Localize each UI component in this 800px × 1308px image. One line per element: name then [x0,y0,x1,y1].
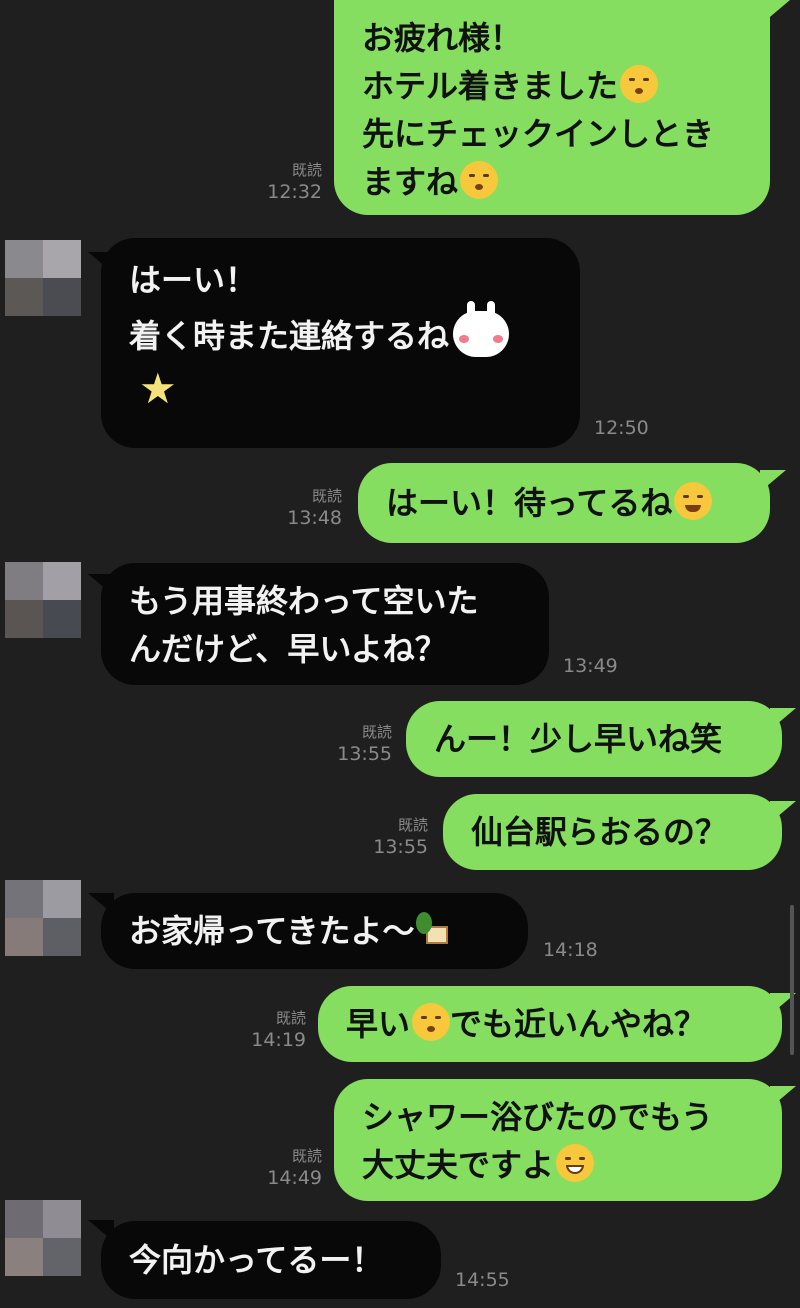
yum-face-icon [674,482,713,520]
message-bubble-sent[interactable]: お疲れ様！ ホテル着きました 先にチェックインしとき ますね [334,0,770,215]
read-receipt: 既読 [291,161,322,179]
message-line: ホテル着きました [362,67,619,105]
read-receipt: 既読 [361,723,392,741]
read-receipt: 既読 [311,487,342,505]
message-bubble-sent[interactable]: 早い でも近いんやね？ [318,986,782,1062]
message-meta: 既読 13:55 [310,722,392,766]
kissing-face-icon [620,65,659,103]
message-line: お疲れ様！ [362,19,523,57]
message-bubble-received[interactable]: はーい！ 着く時また連絡するね ★ [101,238,580,448]
message-time: 13:55 [337,743,392,765]
message-meta: 既読 13:48 [260,486,342,530]
contact-avatar[interactable] [5,880,81,956]
message-time: 13:55 [373,836,428,858]
message-bubble-received[interactable]: お家帰ってきたよ〜 [101,893,528,969]
message-line: 早い [346,1005,411,1043]
message-line: んー！少し早いね笑 [434,720,723,758]
kissing-face-icon [460,161,499,199]
message-time: 12:32 [267,181,322,203]
bubble-tail [770,708,796,730]
bubble-tail [770,801,796,823]
kissing-face-icon [412,1003,451,1041]
read-receipt: 既読 [275,1009,306,1027]
bubble-tail [770,1086,796,1108]
message-line: お家帰ってきたよ〜 [129,912,415,950]
message-line: 先にチェックインしとき [362,115,715,153]
read-receipt: 既読 [397,816,428,834]
message-line: 今向かってるー！ [129,1241,384,1279]
message-time: 14:55 [455,1269,510,1291]
message-line: もう用事終わって空いた [129,582,479,620]
message-time: 14:19 [251,1029,306,1051]
contact-avatar[interactable] [5,562,81,638]
scrollbar-thumb[interactable] [790,905,794,1055]
star-icon: ★ [139,364,177,413]
contact-avatar[interactable] [5,1200,81,1276]
message-line: ますね [362,163,459,201]
message-line: でも近いんやね？ [450,1005,707,1043]
rabbit-sticker-icon [453,301,510,357]
message-meta: 既読 12:32 [240,160,322,204]
house-with-tree-icon [416,910,454,948]
message-bubble-received[interactable]: 今向かってるー！ [101,1221,441,1299]
message-bubble-sent[interactable]: んー！少し早いね笑 [406,701,782,777]
contact-avatar[interactable] [5,240,81,316]
message-time: 13:49 [563,655,618,677]
message-bubble-sent[interactable]: シャワー浴びたのでもう 大丈夫ですよ [334,1079,782,1201]
message-line: シャワー浴びたのでもう [362,1098,714,1136]
message-bubble-sent[interactable]: 仙台駅らおるの？ [443,794,782,870]
message-bubble-received[interactable]: もう用事終わって空いた んだけど、早いよね？ [101,563,549,685]
message-time: 12:50 [594,417,649,439]
message-line: 着く時また連絡するね [129,317,450,355]
message-meta: 既読 14:19 [224,1008,306,1052]
message-time: 13:48 [287,507,342,529]
message-bubble-sent[interactable]: はーい！待ってるね [358,463,770,543]
read-receipt: 既読 [291,1147,322,1165]
message-meta: 既読 14:49 [240,1146,322,1190]
grinning-face-icon [556,1144,595,1182]
message-line: んだけど、早いよね？ [129,630,447,668]
bubble-tail [760,470,786,492]
message-meta: 既読 13:55 [346,815,428,859]
message-line: 大丈夫ですよ [362,1146,555,1184]
message-time: 14:49 [267,1167,322,1189]
message-line: はーい！ [129,261,258,299]
message-time: 14:18 [543,939,598,961]
message-line: 仙台駅らおるの？ [471,813,728,851]
bubble-tail [764,0,790,22]
message-line: はーい！待ってるね [386,484,673,522]
